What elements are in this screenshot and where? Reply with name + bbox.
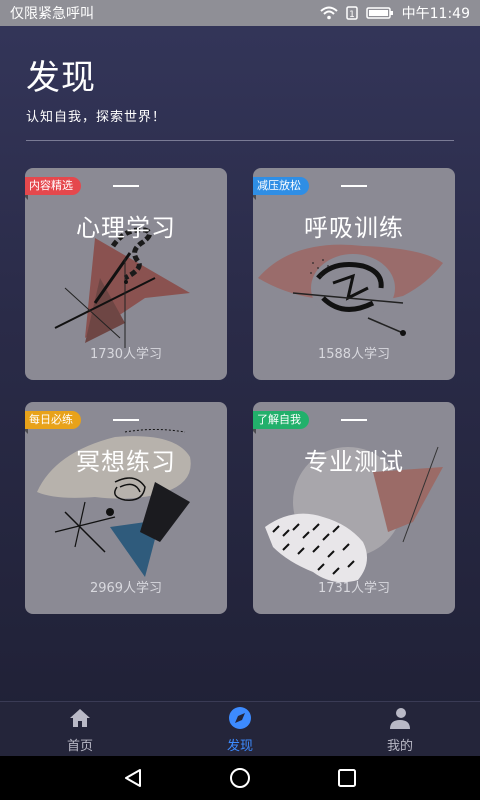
card-learner-count: 2969人学习 xyxy=(89,581,163,596)
tab-label: 发现 xyxy=(226,739,253,754)
home-circle-icon[interactable] xyxy=(228,766,252,790)
card-dash xyxy=(113,185,139,187)
card-title: 心理学习 xyxy=(76,214,176,242)
card-professional-test[interactable]: 了解自我 专业测试 1731人学习 xyxy=(253,402,455,614)
card-title: 呼吸训练 xyxy=(304,214,404,242)
person-icon xyxy=(390,708,410,729)
card-tag: 了解自我 xyxy=(253,411,309,434)
recent-apps-icon[interactable] xyxy=(336,767,358,789)
status-time: 中午11:49 xyxy=(401,6,470,22)
back-icon[interactable] xyxy=(122,767,144,789)
page-subtitle: 认知自我，探索世界！ xyxy=(26,110,167,125)
page-title: 发现 xyxy=(26,58,96,98)
alarm-icon: 1 xyxy=(345,6,358,20)
card-dash xyxy=(113,419,139,421)
card-tag: 每日必练 xyxy=(25,411,81,434)
svg-text:1: 1 xyxy=(349,10,355,20)
card-learner-count: 1731人学习 xyxy=(317,581,391,596)
system-nav-bar xyxy=(0,756,480,800)
wifi-icon xyxy=(319,6,338,20)
card-tag: 内容精选 xyxy=(25,177,81,200)
card-title: 专业测试 xyxy=(304,448,404,476)
status-bar: 仅限紧急呼叫 1 中午11:49 xyxy=(0,0,480,26)
card-breathing-training[interactable]: 减压放松 呼吸训练 1588人学习 xyxy=(253,168,455,380)
card-learner-count: 1588人学习 xyxy=(317,347,391,362)
bottom-tab-bar: 首页 发现 我的 xyxy=(0,701,480,757)
compass-icon xyxy=(229,707,251,729)
tab-profile[interactable]: 我的 xyxy=(320,702,480,757)
status-right: 1 中午11:49 xyxy=(319,3,470,23)
header-divider xyxy=(26,140,454,141)
status-carrier-text: 仅限紧急呼叫 xyxy=(10,6,94,22)
card-title: 冥想练习 xyxy=(76,448,176,476)
tab-home[interactable]: 首页 xyxy=(0,702,160,757)
card-tag: 减压放松 xyxy=(253,177,309,200)
page-header: 发现 认知自我，探索世界！ xyxy=(26,58,166,125)
tab-label: 我的 xyxy=(386,739,413,754)
card-psychology-learning[interactable]: 内容精选 心理学习 1730人学习 xyxy=(25,168,227,380)
tab-label: 首页 xyxy=(66,739,93,754)
card-meditation-practice[interactable]: 每日必练 冥想练习 2969人学习 xyxy=(25,402,227,614)
battery-icon xyxy=(365,7,393,19)
home-icon xyxy=(70,709,90,727)
card-learner-count: 1730人学习 xyxy=(89,347,163,362)
card-dash xyxy=(341,185,367,187)
card-dash xyxy=(341,419,367,421)
tab-discover[interactable]: 发现 xyxy=(160,702,320,757)
